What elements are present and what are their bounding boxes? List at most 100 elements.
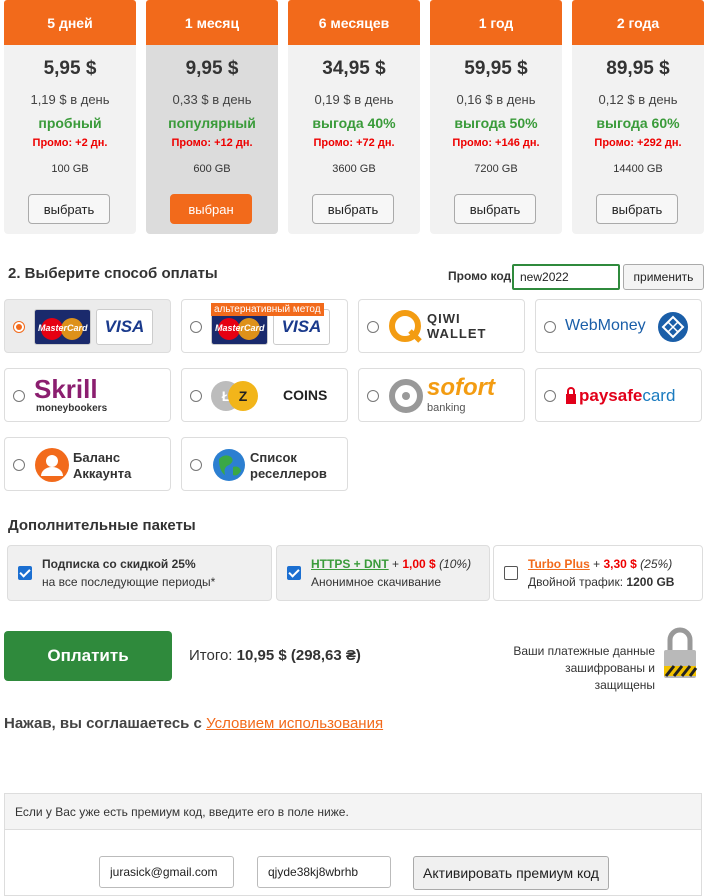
- plan-per-day: 0,19 $ в день: [314, 92, 394, 107]
- promo-code-input[interactable]: [512, 264, 620, 290]
- plan-promo: Промо: +2 дн.: [32, 137, 108, 149]
- email-field[interactable]: [99, 856, 234, 888]
- lock-icon: [566, 387, 576, 404]
- turbo-plus-checkbox[interactable]: [504, 566, 518, 580]
- mastercard-icon: MasterCard: [34, 309, 91, 345]
- payment-qiwi[interactable]: QIWI WALLET: [358, 299, 525, 353]
- qiwi-icon: [389, 310, 422, 343]
- payment-account-balance[interactable]: Баланс Аккаунта: [4, 437, 171, 491]
- plan-traffic: 7200 GB: [474, 163, 518, 175]
- premium-code-note: Если у Вас уже есть премиум код, введите…: [5, 794, 701, 830]
- plan-tag: популярный: [168, 115, 256, 131]
- payment-radio[interactable]: [13, 390, 25, 402]
- payment-skrill[interactable]: Skrill moneybookers: [4, 368, 171, 422]
- promo-code-label: Промо код: [448, 269, 512, 283]
- premium-code-input[interactable]: [257, 856, 391, 888]
- addon-subscription-desc: на все последующие периоды*: [42, 575, 216, 589]
- plan-traffic: 14400 GB: [613, 163, 663, 175]
- svg-text:Z: Z: [239, 388, 248, 404]
- payment-radio[interactable]: [367, 390, 379, 402]
- payment-radio[interactable]: [13, 459, 25, 471]
- coins-logo-text: COINS: [283, 387, 328, 403]
- addon-turbo-plus[interactable]: Turbo Plus + 3,30 $ (25%) Двойной трафик…: [493, 545, 703, 601]
- https-dnt-link[interactable]: HTTPS + DNT: [311, 557, 389, 571]
- select-plan-button[interactable]: выбрать: [28, 194, 110, 224]
- addon-turbo-plus-desc: Двойной трафик: 1200 GB: [528, 575, 675, 589]
- plans-row: 5 дней 5,95 $ 1,19 $ в день пробный Пром…: [0, 0, 706, 240]
- plan-per-day: 0,12 $ в день: [598, 92, 678, 107]
- padlock-icon: [664, 627, 698, 678]
- plan-1-year[interactable]: 1 год 59,95 $ 0,16 $ в день выгода 50% П…: [430, 0, 562, 234]
- sofort-banking-text: banking: [427, 402, 466, 414]
- order-total: Итого: 10,95 $ (298,63 ₴): [189, 647, 361, 664]
- account-balance-label: Баланс Аккаунта: [73, 450, 132, 481]
- payment-sofort[interactable]: sofort banking: [358, 368, 525, 422]
- qiwi-wallet-logo-text: QIWI WALLET: [427, 311, 487, 341]
- plan-1-month[interactable]: 1 месяц 9,95 $ 0,33 $ в день популярный …: [146, 0, 278, 234]
- https-dnt-checkbox[interactable]: [287, 566, 301, 580]
- addon-turbo-plus-title: Turbo Plus + 3,30 $ (25%): [528, 557, 673, 571]
- premium-code-panel: Если у Вас уже есть премиум код, введите…: [4, 793, 702, 896]
- plan-traffic: 3600 GB: [332, 163, 376, 175]
- crypto-coins-icon: Ł Z: [211, 381, 258, 411]
- webmoney-globe-icon: [658, 312, 688, 342]
- select-plan-button[interactable]: выбрать: [312, 194, 394, 224]
- plan-per-day: 1,19 $ в день: [30, 92, 110, 107]
- payment-radio[interactable]: [190, 390, 202, 402]
- resellers-label: Список реселлеров: [250, 450, 327, 481]
- payment-radio[interactable]: [190, 321, 202, 333]
- plan-6-months[interactable]: 6 месяцев 34,95 $ 0,19 $ в день выгода 4…: [288, 0, 420, 234]
- payment-radio[interactable]: [544, 321, 556, 333]
- turbo-plus-link[interactable]: Turbo Plus: [528, 557, 590, 571]
- plan-tag: выгода 60%: [596, 115, 680, 131]
- plan-promo: Промо: +12 дн.: [171, 137, 253, 149]
- plan-price: 89,95 $: [606, 58, 670, 79]
- payment-paysafecard[interactable]: paysafecard: [535, 368, 702, 422]
- addon-https-dnt-title: HTTPS + DNT + 1,00 $ (10%): [311, 557, 472, 571]
- plan-price: 59,95 $: [464, 58, 528, 79]
- subscription-checkbox[interactable]: [18, 566, 32, 580]
- payment-radio[interactable]: [367, 321, 379, 333]
- selected-plan-button[interactable]: выбран: [170, 194, 252, 224]
- plan-5-days[interactable]: 5 дней 5,95 $ 1,19 $ в день пробный Пром…: [4, 0, 136, 234]
- globe-icon: [213, 449, 245, 481]
- sofort-icon: [389, 379, 423, 413]
- visa-icon: VISA: [96, 309, 153, 345]
- select-plan-button[interactable]: выбрать: [454, 194, 536, 224]
- terms-link[interactable]: Условием использования: [206, 715, 383, 732]
- plan-tag: выгода 50%: [454, 115, 538, 131]
- plan-tag: выгода 40%: [312, 115, 396, 131]
- pay-button[interactable]: Оплатить: [4, 631, 172, 681]
- payment-resellers[interactable]: Список реселлеров: [181, 437, 348, 491]
- plan-promo: Промо: +292 дн.: [594, 137, 682, 149]
- payment-card-alternative[interactable]: MasterCard VISA альтернативный метод: [181, 299, 348, 353]
- payment-radio[interactable]: [544, 390, 556, 402]
- select-plan-button[interactable]: выбрать: [596, 194, 678, 224]
- webmoney-logo-text: WebMoney: [565, 317, 646, 334]
- plan-traffic: 600 GB: [193, 163, 231, 175]
- payment-radio[interactable]: [190, 459, 202, 471]
- addon-https-dnt-desc: Анонимное скачивание: [311, 575, 441, 589]
- plan-2-years[interactable]: 2 года 89,95 $ 0,12 $ в день выгода 60% …: [572, 0, 704, 234]
- plan-per-day: 0,33 $ в день: [172, 92, 252, 107]
- moneybookers-text: moneybookers: [36, 403, 108, 414]
- additional-packages-title: Дополнительные пакеты: [8, 517, 196, 534]
- plan-promo: Промо: +146 дн.: [452, 137, 540, 149]
- addon-subscription-title: Подписка со скидкой 25%: [42, 557, 196, 571]
- addon-subscription[interactable]: Подписка со скидкой 25% на все последующ…: [7, 545, 272, 601]
- paysafecard-logo-text: paysafecard: [579, 386, 676, 405]
- plan-price: 5,95 $: [43, 58, 97, 79]
- skrill-logo-text: Skrill: [34, 374, 98, 404]
- payment-card[interactable]: MasterCard VISA: [4, 299, 171, 353]
- payment-radio-selected[interactable]: [13, 321, 25, 333]
- addon-https-dnt[interactable]: HTTPS + DNT + 1,00 $ (10%) Анонимное ска…: [276, 545, 490, 601]
- plan-period: 1 месяц: [146, 0, 278, 45]
- alternative-method-badge: альтернативный метод: [211, 303, 324, 316]
- payment-coins[interactable]: Ł Z COINS: [181, 368, 348, 422]
- activate-premium-button[interactable]: Активировать премиум код: [413, 856, 609, 890]
- plan-per-day: 0,16 $ в день: [456, 92, 536, 107]
- plan-period: 6 месяцев: [288, 0, 420, 45]
- payment-webmoney[interactable]: WebMoney: [535, 299, 702, 353]
- plan-period: 1 год: [430, 0, 562, 45]
- apply-promo-button[interactable]: применить: [623, 264, 704, 290]
